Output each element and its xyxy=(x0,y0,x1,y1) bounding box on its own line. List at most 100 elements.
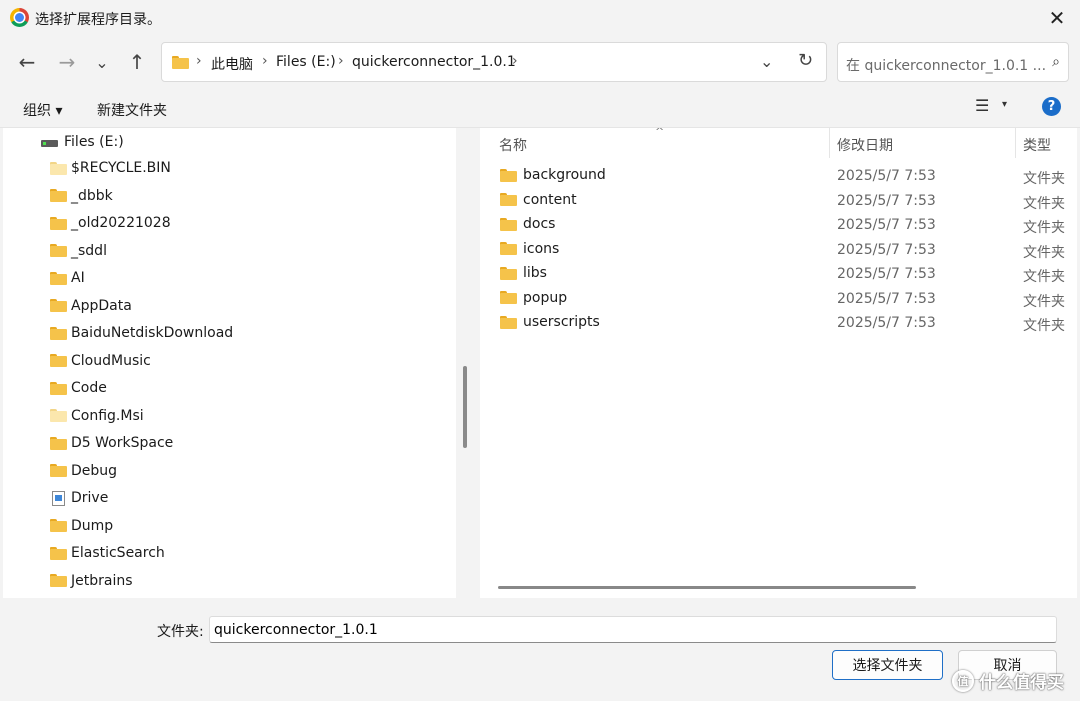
breadcrumb-quickerconnector[interactable]: quickerconnector_1.0.1 xyxy=(352,54,516,70)
tree-item[interactable]: Code xyxy=(50,377,107,399)
file-name-cell: background xyxy=(500,167,606,183)
folder-icon xyxy=(50,326,67,340)
file-name: docs xyxy=(523,216,556,232)
folder-name-input[interactable] xyxy=(209,616,1057,643)
tree-item-label: BaiduNetdiskDownload xyxy=(71,325,234,341)
new-folder-button[interactable]: 新建文件夹 xyxy=(97,100,167,120)
select-folder-button[interactable]: 选择文件夹 xyxy=(832,650,943,680)
search-input[interactable]: 在 quickerconnector_1.0.1 ... ⌕ xyxy=(837,42,1069,82)
recent-locations-chevron-icon[interactable]: ⌄ xyxy=(88,48,116,76)
folder-icon xyxy=(500,193,517,206)
tree-item-label: AppData xyxy=(71,297,132,314)
tree-scrollbar-thumb[interactable] xyxy=(463,366,467,448)
file-date: 2025/5/7 7:53 xyxy=(837,192,936,209)
tree-item[interactable]: Debug xyxy=(50,460,117,482)
watermark-text: 什么值得买 xyxy=(979,673,1064,693)
column-header-name[interactable]: 名称 xyxy=(499,135,527,155)
file-list-horizontal-scrollbar[interactable] xyxy=(498,586,916,589)
tree-item-label: Files (E:) xyxy=(64,134,124,150)
tree-item[interactable]: Dump xyxy=(50,515,113,537)
file-type: 文件夹 xyxy=(1023,195,1065,212)
folder-field-label: 文件夹: xyxy=(157,624,204,640)
tree-item-label: ElasticSearch xyxy=(71,545,165,561)
tree-item[interactable]: $RECYCLE.BIN xyxy=(50,157,171,179)
view-dropdown-icon[interactable]: ▾ xyxy=(1002,99,1007,110)
view-list-icon[interactable]: ☰ xyxy=(975,96,989,115)
tree-item[interactable]: Config.Msi xyxy=(50,405,144,427)
file-row[interactable]: popup 2025/5/7 7:53 文件夹 xyxy=(480,288,1077,312)
file-date: 2025/5/7 7:53 xyxy=(837,168,936,184)
file-row[interactable]: icons 2025/5/7 7:53 文件夹 xyxy=(480,239,1077,263)
back-arrow-icon[interactable]: ← xyxy=(13,48,41,76)
file-name: icons xyxy=(523,240,560,257)
address-bar[interactable]: › 此电脑 › Files (E:) › quickerconnector_1.… xyxy=(161,42,827,82)
window-title: 选择扩展程序目录。 xyxy=(35,12,161,28)
search-placeholder: 在 quickerconnector_1.0.1 ... xyxy=(846,58,1047,74)
folder-icon xyxy=(50,519,67,532)
sort-ascending-icon: ^ xyxy=(655,128,665,138)
tree-item-label: Dump xyxy=(71,517,114,534)
tree-item[interactable]: Drive xyxy=(50,487,108,509)
drive-folder-icon xyxy=(52,490,65,506)
organize-menu-button[interactable]: 组织 ▾ xyxy=(23,100,62,120)
refresh-icon[interactable]: ↻ xyxy=(798,50,813,71)
file-row[interactable]: content 2025/5/7 7:53 文件夹 xyxy=(480,190,1077,214)
tree-item[interactable]: ElasticSearch xyxy=(50,542,165,564)
tree-item[interactable]: AI xyxy=(50,267,85,289)
tree-item[interactable]: AppData xyxy=(50,295,132,317)
file-type: 文件夹 xyxy=(1023,269,1065,285)
folder-icon xyxy=(500,266,517,280)
help-icon[interactable]: ? xyxy=(1042,97,1061,116)
tree-item-label: $RECYCLE.BIN xyxy=(71,160,171,176)
file-type: 文件夹 xyxy=(1023,171,1065,187)
folder-icon xyxy=(500,242,517,255)
tree-item[interactable]: _old20221028 xyxy=(50,212,171,234)
tree-item-label: D5 WorkSpace xyxy=(71,435,174,451)
folder-icon xyxy=(50,161,67,175)
file-row[interactable]: docs 2025/5/7 7:53 文件夹 xyxy=(480,214,1077,238)
close-button[interactable]: ✕ xyxy=(1042,3,1072,33)
file-row[interactable]: userscripts 2025/5/7 7:53 文件夹 xyxy=(480,312,1077,336)
tree-item-drive[interactable]: Files (E:) xyxy=(41,134,124,150)
column-divider[interactable] xyxy=(829,128,830,158)
tree-item[interactable]: _sddl xyxy=(50,240,107,262)
tree-item[interactable]: CloudMusic xyxy=(50,350,151,372)
folder-icon xyxy=(500,291,517,304)
folder-icon xyxy=(50,216,67,230)
column-header-date[interactable]: 修改日期 xyxy=(837,135,893,155)
folder-icon xyxy=(50,189,67,202)
breadcrumb-separator: › xyxy=(338,53,344,69)
breadcrumb-separator: › xyxy=(512,53,518,69)
file-date: 2025/5/7 7:53 xyxy=(837,290,936,307)
column-divider[interactable] xyxy=(1015,128,1016,158)
file-name: content xyxy=(523,191,577,208)
file-row[interactable]: background 2025/5/7 7:53 文件夹 xyxy=(480,165,1077,189)
tree-item[interactable]: D5 WorkSpace xyxy=(50,432,173,454)
file-type: 文件夹 xyxy=(1023,244,1065,261)
file-name-cell: userscripts xyxy=(500,314,600,330)
command-bar: 组织 ▾ 新建文件夹 ☰ ▾ ? xyxy=(0,88,1080,128)
tree-item[interactable]: BaiduNetdiskDownload xyxy=(50,322,233,344)
file-row[interactable]: libs 2025/5/7 7:53 文件夹 xyxy=(480,263,1077,287)
file-date: 2025/5/7 7:53 xyxy=(837,217,936,233)
tree-item[interactable]: Jetbrains xyxy=(50,570,133,592)
column-header-type[interactable]: 类型 xyxy=(1023,135,1051,155)
tree-item-label: _old20221028 xyxy=(71,215,171,231)
breadcrumb-this-pc[interactable]: 此电脑 xyxy=(211,54,253,74)
address-dropdown-icon[interactable]: ⌄ xyxy=(760,52,773,71)
forward-arrow-icon[interactable]: → xyxy=(53,48,81,76)
breadcrumb-files-e[interactable]: Files (E:) xyxy=(276,54,336,70)
folder-icon xyxy=(50,381,67,395)
folder-icon xyxy=(50,299,67,312)
title-bar: 选择扩展程序目录。 ✕ xyxy=(0,0,1080,36)
tree-item-label: Drive xyxy=(71,490,109,506)
tree-scrollbar[interactable] xyxy=(458,128,478,598)
tree-item[interactable]: _dbbk xyxy=(50,185,113,207)
folder-icon xyxy=(50,271,67,285)
file-date: 2025/5/7 7:53 xyxy=(837,266,936,282)
search-icon[interactable]: ⌕ xyxy=(1052,54,1060,70)
up-arrow-icon[interactable]: ↑ xyxy=(123,48,151,76)
tree-item-label: Config.Msi xyxy=(71,407,144,424)
file-name-cell: libs xyxy=(500,265,547,281)
folder-icon xyxy=(172,56,189,69)
